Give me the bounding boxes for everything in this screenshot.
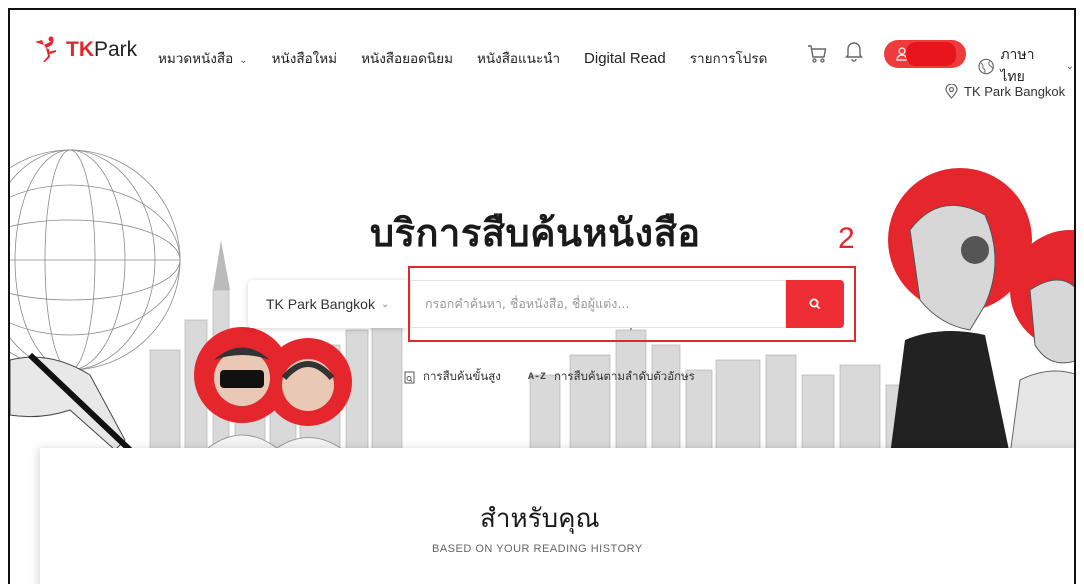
nav-item-popular-books[interactable]: หนังสือยอดนิยม (361, 47, 453, 69)
main-nav: หมวดหนังสือ ⌄ หนังสือใหม่ หนังสือยอดนิยม … (158, 47, 791, 69)
hero-title: บริการสืบค้นหนังสือ (370, 211, 701, 255)
tkpark-logo-mark-icon (35, 36, 56, 62)
globe-icon (978, 58, 994, 74)
redacted-username (906, 42, 956, 66)
language-selector[interactable]: ภาษาไทย ⌄ (978, 44, 1074, 88)
site-header: TKPark หมวดหนังสือ ⌄ หนังสือใหม่ หนังสือย… (10, 10, 1074, 120)
nav-item-label: หนังสือยอดนิยม (361, 51, 453, 67)
annotation-number: 2 (838, 222, 855, 255)
annotation-highlight-box (408, 266, 856, 342)
hero-section: บริการสืบค้นหนังสือ 2 TK Park Bangkok ⌄ … (10, 120, 1074, 455)
chevron-down-icon: ⌄ (1065, 60, 1074, 72)
nav-item-favorites[interactable]: รายการโปรด (690, 47, 768, 69)
location-pin-icon (945, 84, 958, 99)
bell-icon[interactable] (844, 40, 864, 62)
az-search-label: การสืบค้นตามลำดับตัวอักษร (554, 369, 695, 383)
location-label: TK Park Bangkok (964, 84, 1066, 99)
nav-item-digital-read[interactable]: Digital Read (584, 50, 666, 67)
advanced-search-link[interactable]: การสืบค้นขั้นสูง (404, 368, 501, 386)
language-label: ภาษาไทย (1000, 47, 1035, 85)
chevron-down-icon: ⌄ (380, 298, 390, 310)
current-location[interactable]: TK Park Bangkok (945, 84, 1065, 99)
nav-item-label: หนังสือใหม่ (271, 51, 338, 67)
user-account-button[interactable] (884, 40, 966, 68)
nav-item-new-books[interactable]: หนังสือใหม่ (272, 47, 337, 69)
nav-item-recommended-books[interactable]: หนังสือแนะนำ (477, 47, 560, 69)
browser-frame: TKPark หมวดหนังสือ ⌄ หนังสือใหม่ หนังสือย… (8, 8, 1076, 584)
branch-select-value: TK Park Bangkok (266, 296, 375, 312)
advanced-search-label: การสืบค้นขั้นสูง (423, 369, 501, 383)
az-search-link[interactable]: A-Z การสืบค้นตามลำดับตัวอักษร (528, 368, 695, 386)
logo-tk-text: TK (66, 38, 94, 61)
cart-icon[interactable] (806, 42, 828, 64)
section-subtitle: BASED ON YOUR READING HISTORY (432, 543, 643, 555)
branch-select[interactable]: TK Park Bangkok ⌄ (248, 280, 408, 328)
tkpark-logo[interactable]: TKPark (32, 36, 137, 64)
logo-park-text: Park (94, 38, 138, 61)
section-title: สำหรับคุณ (480, 504, 600, 534)
nav-item-book-categories[interactable]: หมวดหนังสือ ⌄ (158, 47, 248, 69)
nav-item-label: รายการโปรด (689, 51, 768, 67)
chevron-down-icon: ⌄ (239, 55, 248, 66)
nav-item-label: หนังสือแนะนำ (476, 51, 561, 67)
nav-item-label: หมวดหนังสือ (158, 51, 234, 67)
document-search-icon (404, 371, 415, 383)
az-tag: A-Z (528, 371, 547, 383)
for-you-section: สำหรับคุณ BASED ON YOUR READING HISTORY (40, 448, 1074, 584)
nav-item-label: Digital Read (584, 49, 666, 67)
